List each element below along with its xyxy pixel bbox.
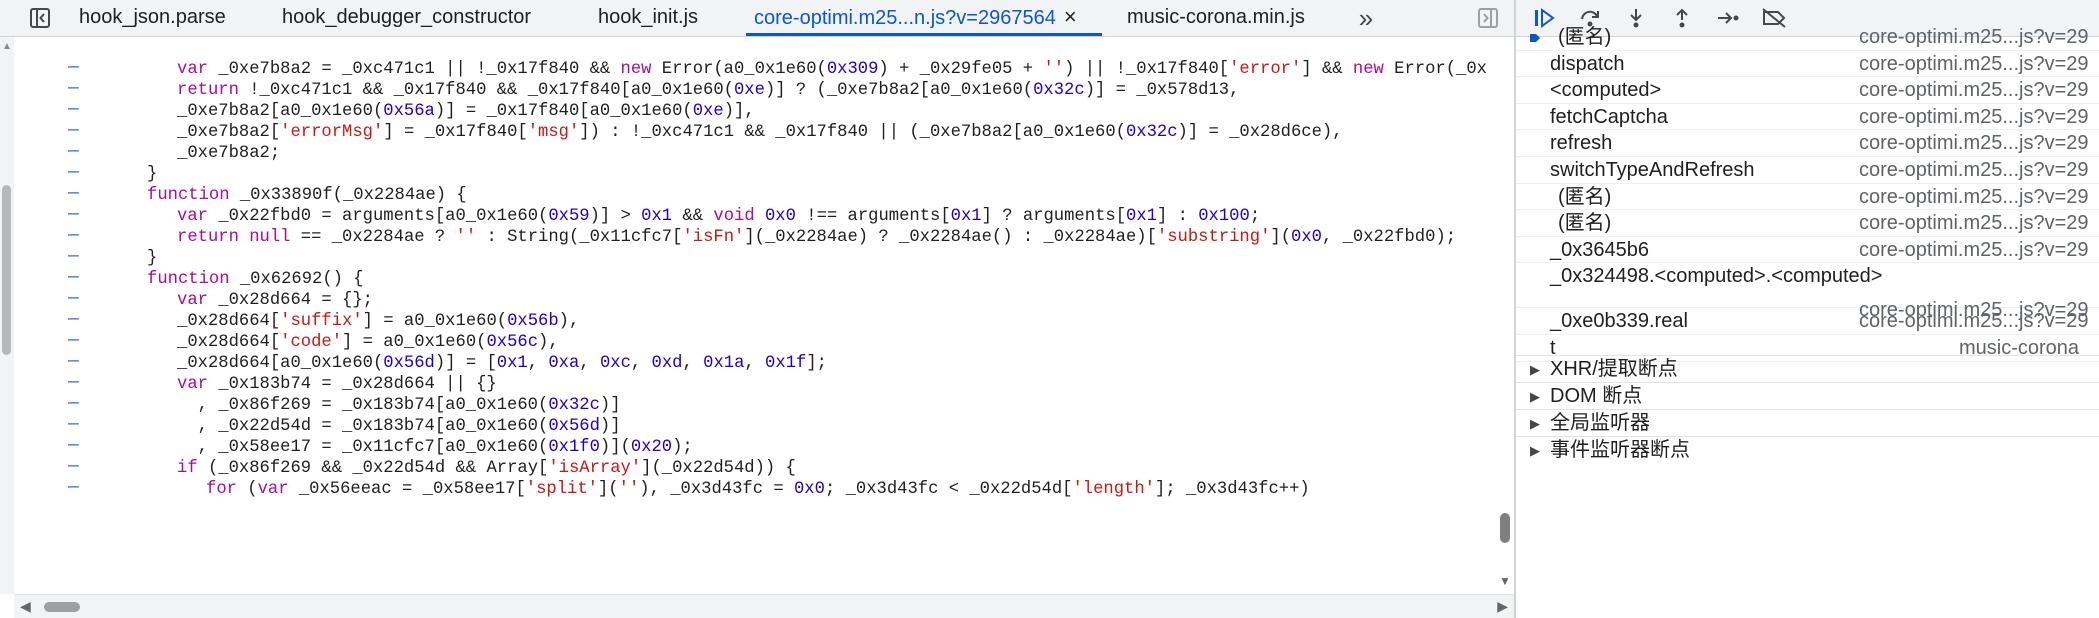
tab-hook-json-parse[interactable]: hook_json.parse: [79, 0, 226, 36]
line-gutter-marker[interactable]: –: [68, 476, 79, 497]
scroll-right-icon[interactable]: ▶: [1497, 598, 1508, 615]
frame-location[interactable]: core-optimi.m25...js?v=29: [1859, 210, 2089, 237]
call-stack-frame[interactable]: fetchCaptcha core-optimi.m25...js?v=29: [1516, 104, 2099, 131]
line-gutter-marker[interactable]: –: [68, 224, 79, 245]
line-gutter-marker[interactable]: –: [68, 392, 79, 413]
scroll-up-icon[interactable]: ▲: [2, 41, 12, 52]
call-stack-frame[interactable]: switchTypeAndRefresh core-optimi.m25...js…: [1516, 157, 2099, 184]
frame-location[interactable]: core-optimi.m25...js?v=29: [1859, 157, 2089, 184]
expand-arrow-icon[interactable]: ▶: [1530, 383, 1540, 410]
frame-location[interactable]: core-optimi.m25...js?v=29: [1859, 184, 2089, 211]
line-gutter-marker[interactable]: –: [68, 161, 79, 182]
gutter-scrollbar[interactable]: ▲: [0, 37, 14, 594]
frame-function-name: _0xe0b339.real: [1550, 310, 1688, 333]
frame-location[interactable]: core-optimi.m25...js?v=29: [1859, 77, 2089, 104]
toggle-navigator-icon[interactable]: [22, 0, 58, 36]
tab-hook-init[interactable]: hook_init.js: [598, 0, 698, 36]
line-gutter-marker[interactable]: –: [68, 77, 79, 98]
call-stack-frame[interactable]: (匿名) core-optimi.m25...js?v=29: [1516, 210, 2099, 237]
line-gutter-marker[interactable]: –: [68, 245, 79, 266]
line-gutter-marker[interactable]: –: [68, 56, 79, 77]
line-gutter-marker[interactable]: –: [68, 434, 79, 455]
frame-function-name: <computed>: [1550, 79, 1662, 102]
call-stack-frame[interactable]: dispatch core-optimi.m25...js?v=29: [1516, 51, 2099, 78]
toggle-debugger-icon[interactable]: [1470, 0, 1506, 36]
call-stack-frame[interactable]: _0x324498.<computed>.<computed> core-opti…: [1516, 263, 2099, 321]
section-title: XHR/提取断点: [1550, 358, 1678, 380]
line-gutter-marker[interactable]: –: [68, 140, 79, 161]
section-header[interactable]: ▶ XHR/提取断点: [1516, 355, 2099, 382]
frame-function-name: _0x324498.<computed>.<computed>: [1550, 265, 1883, 288]
line-gutter-marker[interactable]: –: [68, 371, 79, 392]
more-tabs-glyph: »: [1358, 2, 1374, 33]
frame-function-name: (匿名): [1558, 212, 1612, 235]
scroll-left-icon[interactable]: ◀: [20, 598, 31, 615]
close-tab-icon[interactable]: ×: [1064, 0, 1077, 34]
tab-hook-debugger-constructor[interactable]: hook_debugger_constructor: [282, 0, 531, 36]
tab-label: hook_json.parse: [79, 6, 226, 28]
frame-location[interactable]: core-optimi.m25...js?v=29: [1859, 237, 2089, 264]
code-horizontal-scrollbar[interactable]: ◀ ▶: [14, 594, 1514, 618]
current-frame-arrow-icon: [1528, 26, 1542, 53]
tab-label: hook_debugger_constructor: [282, 6, 532, 28]
call-stack-frame[interactable]: _0x3645b6 core-optimi.m25...js?v=29: [1516, 237, 2099, 264]
section-header[interactable]: ▶ 事件监听器断点: [1516, 436, 2099, 463]
code-line[interactable]: for (var _0x56eeac = _0x58ee17['split'](…: [206, 476, 1310, 504]
frame-location[interactable]: core-optimi.m25...js?v=29: [1859, 104, 2089, 131]
debugger-pane: (匿名) core-optimi.m25...js?v=29 dispatch cor…: [1516, 0, 2099, 618]
line-gutter-marker[interactable]: –: [68, 350, 79, 371]
frame-function-name: switchTypeAndRefresh: [1550, 159, 1755, 181]
frame-location[interactable]: core-optimi.m25...js?v=29: [1859, 308, 2089, 335]
call-stack-frame[interactable]: (匿名) core-optimi.m25...js?v=29: [1516, 184, 2099, 211]
line-gutter-marker[interactable]: –: [68, 266, 79, 287]
tab-label: music-corona.min.js: [1127, 6, 1305, 28]
section-header[interactable]: ▶ 全局监听器: [1516, 409, 2099, 436]
scroll-down-icon[interactable]: ▼: [1499, 574, 1511, 588]
code-line[interactable]: _0xe7b8a2['errorMsg'] = _0x17f840['msg']…: [177, 119, 1343, 147]
tab-music-corona[interactable]: music-corona.min.js: [1127, 0, 1305, 36]
section-title: 全局监听器: [1550, 412, 1650, 434]
code-line[interactable]: return null == _0x2284ae ? '' : String(_…: [177, 224, 1456, 252]
gutter-scroll-thumb[interactable]: [2, 185, 11, 355]
tab-label: core-optimi.m25...n.js?v=2967564: [754, 7, 1056, 29]
call-stack-frame[interactable]: <computed> core-optimi.m25...js?v=29: [1516, 77, 2099, 104]
call-stack-frame[interactable]: refresh core-optimi.m25...js?v=29: [1516, 130, 2099, 157]
code-scroll-thumb[interactable]: [1500, 513, 1510, 543]
section-header[interactable]: ▶ DOM 断点: [1516, 382, 2099, 409]
frame-function-name: (匿名): [1558, 185, 1612, 208]
line-gutter-marker[interactable]: –: [68, 119, 79, 140]
expand-arrow-icon[interactable]: ▶: [1530, 410, 1540, 437]
call-stack-frame[interactable]: _0xe0b339.real core-optimi.m25...js?v=29: [1516, 308, 2099, 335]
frame-function-name: _0x3645b6: [1550, 238, 1649, 261]
tab-label: hook_init.js: [598, 6, 699, 28]
frame-location[interactable]: core-optimi.m25...js?v=29: [1859, 24, 2089, 51]
line-gutter-marker[interactable]: –: [68, 98, 79, 119]
more-tabs-icon[interactable]: »: [1348, 0, 1384, 36]
line-gutter-marker[interactable]: –: [68, 287, 79, 308]
frame-location[interactable]: core-optimi.m25...js?v=29: [1859, 130, 2089, 157]
code-vertical-scrollbar[interactable]: ▼: [1496, 37, 1514, 594]
frame-function-name: refresh: [1550, 132, 1613, 155]
call-stack-frame[interactable]: (匿名) core-optimi.m25...js?v=29: [1516, 24, 2099, 51]
frame-function-name: (匿名): [1558, 26, 1612, 48]
line-gutter-marker[interactable]: –: [68, 203, 79, 224]
line-gutter-marker[interactable]: –: [68, 455, 79, 476]
frame-function-name: dispatch: [1550, 52, 1625, 75]
editor-tab-bar: hook_json.parse hook_debugger_constructo…: [0, 0, 1514, 37]
frame-location[interactable]: core-optimi.m25...js?v=29: [1859, 51, 2089, 78]
section-title: DOM 断点: [1550, 385, 1643, 407]
line-gutter-marker[interactable]: –: [68, 413, 79, 434]
sources-editor-pane: hook_json.parse hook_debugger_constructo…: [0, 0, 1514, 618]
expand-arrow-icon[interactable]: ▶: [1530, 356, 1540, 383]
tab-core-optimi[interactable]: core-optimi.m25...n.js?v=2967564 ×: [746, 0, 1102, 36]
line-gutter-marker[interactable]: –: [68, 182, 79, 203]
code-line[interactable]: _0xe7b8a2;: [177, 140, 280, 168]
line-gutter-marker[interactable]: –: [68, 308, 79, 329]
horizontal-scroll-thumb[interactable]: [44, 602, 80, 612]
frame-function-name: fetchCaptcha: [1550, 105, 1668, 128]
expand-arrow-icon[interactable]: ▶: [1530, 437, 1540, 464]
line-gutter-marker[interactable]: –: [68, 329, 79, 350]
section-title: 事件监听器断点: [1550, 439, 1690, 461]
